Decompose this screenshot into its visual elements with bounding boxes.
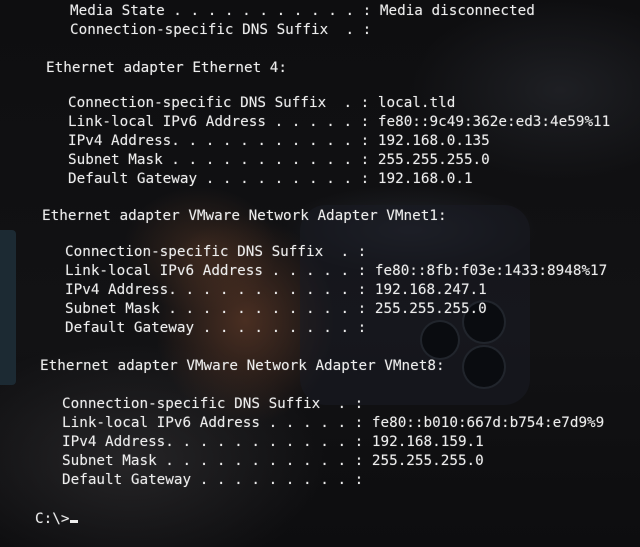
ipv4-value: 192.168.247.1 [374,282,487,298]
ipv4-label: IPv4 Address. . . . . . . . . . . : [62,434,364,450]
ipv4-label: IPv4 Address. . . . . . . . . . . : [65,282,367,298]
ipv6-value: fe80::9c49:362e:ed3:4e59%11 [377,114,611,130]
ipv4-row: IPv4 Address. . . . . . . . . . . : 192.… [65,281,487,300]
subnet-mask-row: Subnet Mask . . . . . . . . . . . : 255.… [65,300,487,319]
ipv4-value: 192.168.0.135 [377,133,490,149]
default-gateway-value: 192.168.0.1 [377,171,473,187]
default-gateway-row: Default Gateway . . . . . . . . . : [62,471,372,490]
ipv6-row: Link-local IPv6 Address . . . . . : fe80… [65,262,607,281]
dns-suffix-label: Connection-specific DNS Suffix . : [65,244,367,260]
default-gateway-label: Default Gateway . . . . . . . . . : [65,320,367,336]
ipv6-row: Link-local IPv6 Address . . . . . : fe80… [62,414,604,433]
subnet-mask-value: 255.255.255.0 [371,453,484,469]
subnet-mask-value: 255.255.255.0 [374,301,487,317]
subnet-mask-label: Subnet Mask . . . . . . . . . . . : [68,152,370,168]
dns-suffix-row: Connection-specific DNS Suffix . : [62,395,372,414]
media-state-row: Media State . . . . . . . . . . . : Medi… [70,2,535,21]
ipv4-value: 192.168.159.1 [371,434,484,450]
adapter-header-vmnet8: Ethernet adapter VMware Network Adapter … [40,358,445,374]
subnet-mask-label: Subnet Mask . . . . . . . . . . . : [65,301,367,317]
subnet-mask-row: Subnet Mask . . . . . . . . . . . : 255.… [68,151,490,170]
command-prompt[interactable]: C:\> [35,510,79,529]
monitor-bezel-edge [0,230,16,385]
ipv6-row: Link-local IPv6 Address . . . . . : fe80… [68,113,610,132]
default-gateway-label: Default Gateway . . . . . . . . . : [62,472,364,488]
ipv6-label: Link-local IPv6 Address . . . . . : [68,114,370,130]
dns-suffix-label: Connection-specific DNS Suffix . : [70,22,372,38]
dns-suffix-label: Connection-specific DNS Suffix . : [68,95,370,111]
subnet-mask-value: 255.255.255.0 [377,152,490,168]
dns-suffix-label: Connection-specific DNS Suffix . : [62,396,364,412]
terminal-window: Media State . . . . . . . . . . . : Medi… [0,0,640,547]
camera-lens-reflection [420,320,460,360]
default-gateway-row: Default Gateway . . . . . . . . . : 192.… [68,170,473,189]
subnet-mask-row: Subnet Mask . . . . . . . . . . . : 255.… [62,452,484,471]
adapter-header-vmnet1: Ethernet adapter VMware Network Adapter … [42,208,447,224]
media-state-value: Media disconnected [379,3,535,19]
adapter-header-ethernet4: Ethernet adapter Ethernet 4: [46,60,288,76]
dns-suffix-row: Connection-specific DNS Suffix . : [70,21,380,40]
ipv6-value: fe80::8fb:f03e:1433:8948%17 [374,263,608,279]
ipv6-value: fe80::b010:667d:b754:e7d9%9 [371,415,605,431]
ipv6-label: Link-local IPv6 Address . . . . . : [65,263,367,279]
media-state-label: Media State . . . . . . . . . . . : [70,3,372,19]
subnet-mask-label: Subnet Mask . . . . . . . . . . . : [62,453,364,469]
ipv4-row: IPv4 Address. . . . . . . . . . . : 192.… [62,433,484,452]
dns-suffix-row: Connection-specific DNS Suffix . : [65,243,375,262]
camera-lens-reflection [462,345,506,389]
default-gateway-label: Default Gateway . . . . . . . . . : [68,171,370,187]
prompt-text: C:\> [35,511,70,527]
dns-suffix-value: local.tld [377,95,456,111]
ipv4-row: IPv4 Address. . . . . . . . . . . : 192.… [68,132,490,151]
ipv6-label: Link-local IPv6 Address . . . . . : [62,415,364,431]
text-cursor [70,520,79,523]
default-gateway-row: Default Gateway . . . . . . . . . : [65,319,375,338]
ipv4-label: IPv4 Address. . . . . . . . . . . : [68,133,370,149]
dns-suffix-row: Connection-specific DNS Suffix . : local… [68,94,455,113]
